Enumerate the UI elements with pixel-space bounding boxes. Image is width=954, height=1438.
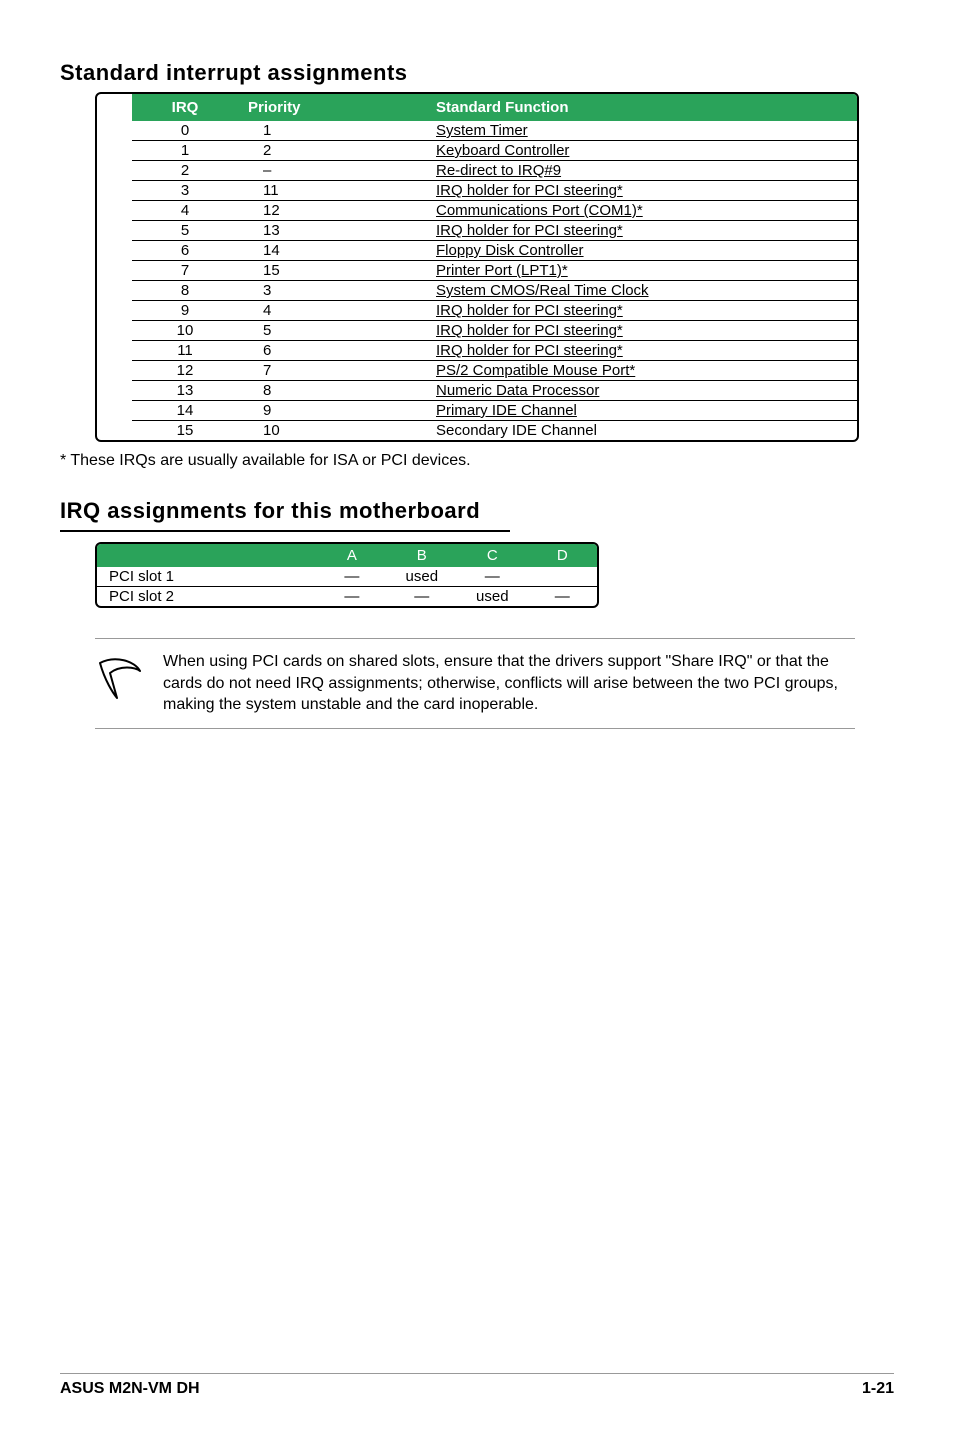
irq-cell: 11: [132, 341, 238, 361]
function-cell: PS/2 Compatible Mouse Port*: [396, 361, 859, 381]
priority-cell: 9: [238, 401, 396, 421]
table-row: 614Floppy Disk Controller: [132, 241, 859, 261]
priority-cell: 10: [238, 421, 396, 441]
table-row: PCI slot 2——used—: [97, 587, 597, 607]
irq-cell: 14: [132, 401, 238, 421]
irq-table: IRQ Priority Standard Function 01System …: [132, 94, 859, 440]
section-underline: [60, 530, 510, 532]
page-footer: ASUS M2N-VM DH 1-21: [60, 1373, 894, 1398]
section-title-assignments: IRQ assignments for this motherboard: [60, 498, 894, 524]
function-cell: Secondary IDE Channel: [396, 421, 859, 441]
assign-header-blank: [97, 544, 317, 567]
irq-cell: 8: [132, 281, 238, 301]
table-row: 138Numeric Data Processor: [132, 381, 859, 401]
priority-cell: 11: [238, 181, 396, 201]
priority-cell: 5: [238, 321, 396, 341]
section-title-standard-irq: Standard interrupt assignments: [60, 60, 894, 86]
slot-c-cell: used: [457, 587, 528, 607]
slot-label-cell: PCI slot 2: [97, 587, 317, 607]
irq-cell: 15: [132, 421, 238, 441]
priority-cell: 14: [238, 241, 396, 261]
irq-cell: 1: [132, 141, 238, 161]
function-cell: Re-direct to IRQ#9: [396, 161, 859, 181]
function-cell: IRQ holder for PCI steering*: [396, 341, 859, 361]
function-cell: Communications Port (COM1)*: [396, 201, 859, 221]
irq-footnote: * These IRQs are usually available for I…: [60, 452, 894, 470]
priority-cell: 6: [238, 341, 396, 361]
function-cell: System CMOS/Real Time Clock: [396, 281, 859, 301]
irq-cell: 5: [132, 221, 238, 241]
slot-a-cell: —: [317, 587, 386, 607]
irq-cell: 3: [132, 181, 238, 201]
slot-d-cell: [528, 567, 597, 587]
assign-header-b: B: [387, 544, 458, 567]
priority-cell: 12: [238, 201, 396, 221]
irq-cell: 9: [132, 301, 238, 321]
priority-cell: 13: [238, 221, 396, 241]
assign-header-d: D: [528, 544, 597, 567]
irq-cell: 6: [132, 241, 238, 261]
function-cell: Primary IDE Channel: [396, 401, 859, 421]
table-row: 01System Timer: [132, 121, 859, 141]
slot-b-cell: —: [387, 587, 458, 607]
function-cell: Numeric Data Processor: [396, 381, 859, 401]
irq-cell: 7: [132, 261, 238, 281]
table-row: 513IRQ holder for PCI steering*: [132, 221, 859, 241]
function-cell: IRQ holder for PCI steering*: [396, 301, 859, 321]
table-row: 2–Re-direct to IRQ#9: [132, 161, 859, 181]
assign-table-container: A B C D PCI slot 1—used—PCI slot 2——used…: [95, 542, 599, 608]
slot-label-cell: PCI slot 1: [97, 567, 317, 587]
irq-cell: 13: [132, 381, 238, 401]
slot-c-cell: —: [457, 567, 528, 587]
priority-cell: 7: [238, 361, 396, 381]
footer-left: ASUS M2N-VM DH: [60, 1380, 200, 1398]
function-cell: System Timer: [396, 121, 859, 141]
priority-cell: 15: [238, 261, 396, 281]
priority-cell: 4: [238, 301, 396, 321]
priority-cell: 2: [238, 141, 396, 161]
table-row: 412Communications Port (COM1)*: [132, 201, 859, 221]
note-icon: [95, 653, 145, 708]
table-row: 94IRQ holder for PCI steering*: [132, 301, 859, 321]
table-row: 105IRQ holder for PCI steering*: [132, 321, 859, 341]
assign-header-c: C: [457, 544, 528, 567]
irq-table-container: IRQ Priority Standard Function 01System …: [95, 92, 859, 442]
table-row: 149Primary IDE Channel: [132, 401, 859, 421]
function-cell: IRQ holder for PCI steering*: [396, 221, 859, 241]
table-row: 83System CMOS/Real Time Clock: [132, 281, 859, 301]
slot-d-cell: —: [528, 587, 597, 607]
table-row: 311IRQ holder for PCI steering*: [132, 181, 859, 201]
priority-cell: 3: [238, 281, 396, 301]
irq-cell: 2: [132, 161, 238, 181]
irq-cell: 0: [132, 121, 238, 141]
table-row: 116IRQ holder for PCI steering*: [132, 341, 859, 361]
irq-header-priority: Priority: [238, 94, 396, 121]
function-cell: IRQ holder for PCI steering*: [396, 321, 859, 341]
priority-cell: 1: [238, 121, 396, 141]
slot-b-cell: used: [387, 567, 458, 587]
table-row: 12Keyboard Controller: [132, 141, 859, 161]
footer-right: 1-21: [862, 1380, 894, 1398]
table-row: PCI slot 1—used—: [97, 567, 597, 587]
function-cell: Keyboard Controller: [396, 141, 859, 161]
function-cell: Printer Port (LPT1)*: [396, 261, 859, 281]
table-row: 1510Secondary IDE Channel: [132, 421, 859, 441]
table-row: 127PS/2 Compatible Mouse Port*: [132, 361, 859, 381]
irq-header-irq: IRQ: [132, 94, 238, 121]
irq-header-function: Standard Function: [396, 94, 859, 121]
note-text: When using PCI cards on shared slots, en…: [163, 651, 855, 716]
irq-cell: 12: [132, 361, 238, 381]
priority-cell: –: [238, 161, 396, 181]
table-row: 715Printer Port (LPT1)*: [132, 261, 859, 281]
function-cell: IRQ holder for PCI steering*: [396, 181, 859, 201]
assign-header-a: A: [317, 544, 386, 567]
slot-a-cell: —: [317, 567, 386, 587]
function-cell: Floppy Disk Controller: [396, 241, 859, 261]
assign-table: A B C D PCI slot 1—used—PCI slot 2——used…: [97, 544, 597, 606]
irq-cell: 10: [132, 321, 238, 341]
note-callout: When using PCI cards on shared slots, en…: [95, 638, 855, 729]
irq-cell: 4: [132, 201, 238, 221]
priority-cell: 8: [238, 381, 396, 401]
